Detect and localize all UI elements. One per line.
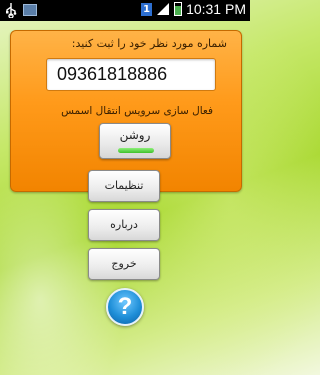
settings-button[interactable]: تنظیمات: [88, 170, 160, 202]
phone-prompt-label: شماره مورد نظر خود را ثبت کنید:: [71, 37, 227, 50]
service-toggle-button[interactable]: روشن: [99, 123, 171, 159]
toggle-on-indicator: [118, 148, 154, 153]
notification-badge-icon: 1: [141, 2, 153, 16]
phone-number-input[interactable]: [46, 58, 216, 91]
battery-icon: [174, 2, 183, 16]
clock-time: 10:31 PM: [186, 1, 246, 17]
exit-button[interactable]: خروج: [88, 248, 160, 280]
signal-icon: [157, 3, 170, 15]
about-button[interactable]: درباره: [88, 209, 160, 241]
status-bar: 1 10:31 PM: [0, 0, 250, 21]
usb-icon: [6, 3, 17, 18]
image-icon: [23, 4, 37, 16]
help-icon[interactable]: ?: [106, 288, 144, 326]
status-right: 1 10:31 PM: [141, 1, 246, 17]
sms-forward-service-label: فعال سازی سرویس انتقال اسمس: [61, 105, 213, 117]
status-left: [4, 2, 37, 18]
service-toggle-label: روشن: [119, 128, 151, 142]
phone-settings-card: شماره مورد نظر خود را ثبت کنید: فعال ساز…: [10, 30, 242, 192]
